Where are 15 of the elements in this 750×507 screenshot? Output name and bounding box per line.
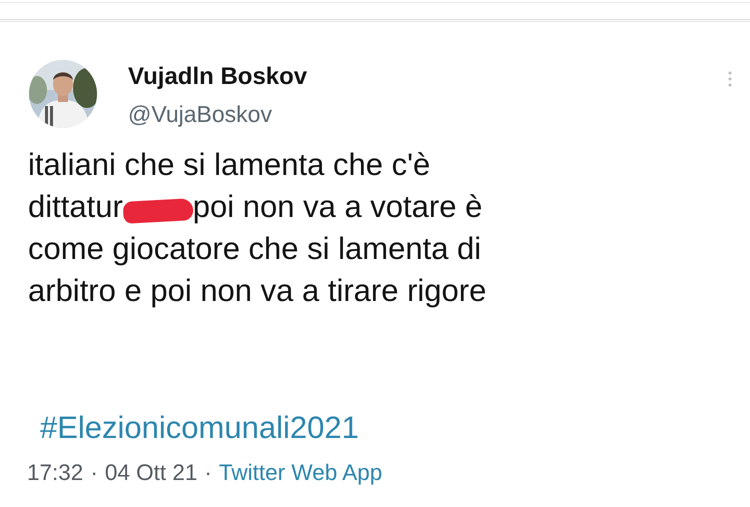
source-link[interactable]: Twitter Web App bbox=[218, 460, 382, 486]
tweet-text: arbitro e poi non va a tirare rigore bbox=[28, 272, 486, 310]
author-name[interactable]: Vujadln Boskov bbox=[128, 63, 308, 91]
hashtag-link[interactable]: #Elezionicomunali2021 bbox=[40, 410, 359, 446]
scribble-mark bbox=[122, 198, 194, 224]
tweet-text: come giocatore che si lamenta di bbox=[28, 230, 482, 268]
separator-dot: · bbox=[204, 460, 212, 486]
tweet-date: 04 Ott 21 bbox=[104, 460, 198, 486]
tweet-time: 17:32 bbox=[27, 460, 84, 486]
tweet-text: italiani che si lamenta che c'è bbox=[28, 146, 430, 184]
separator-dot: · bbox=[90, 460, 98, 486]
tweet-text: poi non va a votare è bbox=[192, 188, 482, 226]
author-handle[interactable]: @VujaBoskov bbox=[128, 100, 308, 128]
more-options-icon[interactable] bbox=[728, 71, 732, 87]
tweet-text: dittatur bbox=[28, 188, 123, 226]
